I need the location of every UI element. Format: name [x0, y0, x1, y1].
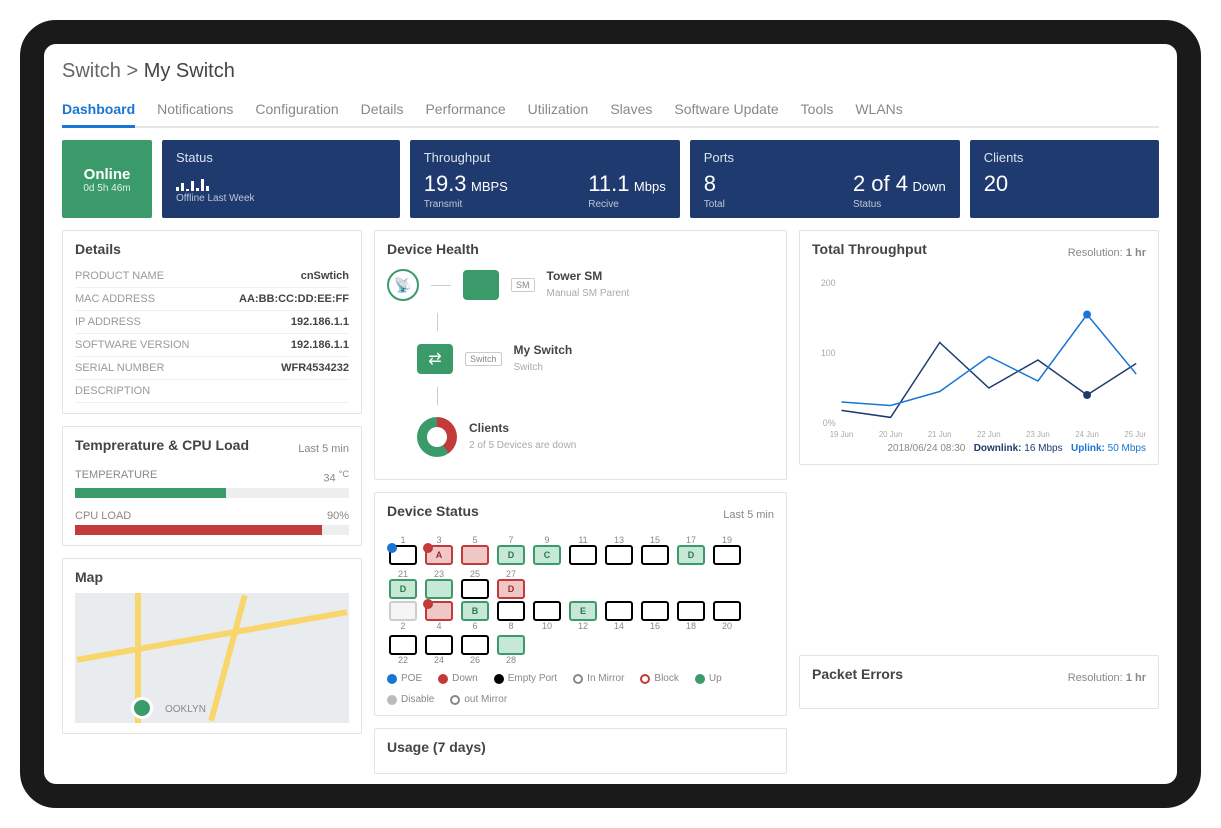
- port-23[interactable]: [425, 579, 453, 599]
- port-11[interactable]: [569, 545, 597, 565]
- port-10[interactable]: [533, 601, 561, 621]
- port-21[interactable]: D: [389, 579, 417, 599]
- map-marker-icon[interactable]: [131, 697, 153, 719]
- stat-ports: Ports 8 Total 2 of 4 Down Status: [690, 140, 960, 218]
- legend-item: Disable: [387, 694, 434, 705]
- clients-pie-icon: [417, 417, 457, 457]
- port-22[interactable]: [389, 635, 417, 655]
- svg-text:200: 200: [821, 278, 836, 288]
- port-19[interactable]: [713, 545, 741, 565]
- port-14[interactable]: [605, 601, 633, 621]
- stat-throughput: Throughput 19.3 MBPS Transmit 11.1 Mbps …: [410, 140, 680, 218]
- legend-item: POE: [387, 673, 422, 684]
- port-8[interactable]: [497, 601, 525, 621]
- port-17[interactable]: D: [677, 545, 705, 565]
- switch-box-icon: ⇄: [417, 344, 453, 374]
- port-5[interactable]: [461, 545, 489, 565]
- detail-row: PRODUCT NAMEcnSwtich: [75, 265, 349, 288]
- temp-cpu-panel: Temprerature & CPU Load Last 5 min TEMPE…: [62, 426, 362, 546]
- port-15[interactable]: [641, 545, 669, 565]
- detail-row: IP ADDRESS192.186.1.1: [75, 311, 349, 334]
- port-24[interactable]: [425, 635, 453, 655]
- port-25[interactable]: [461, 579, 489, 599]
- packet-errors-panel: Packet Errors Resolution: 1 hr: [799, 655, 1159, 709]
- port-12[interactable]: E: [569, 601, 597, 621]
- legend-item: Empty Port: [494, 673, 557, 684]
- legend-item: Up: [695, 673, 722, 684]
- sm-box-icon: [463, 270, 499, 300]
- svg-text:100: 100: [821, 348, 836, 358]
- tab-bar: Dashboard Notifications Configuration Detai…: [62, 95, 1159, 128]
- dh-node-clients[interactable]: Clients2 of 5 Devices are down: [417, 417, 774, 457]
- breadcrumb-current: My Switch: [144, 60, 235, 82]
- legend-item: out Mirror: [450, 694, 507, 705]
- detail-row: DESCRIPTION: [75, 380, 349, 403]
- svg-text:24 Jun: 24 Jun: [1075, 430, 1099, 439]
- port-4[interactable]: [425, 601, 453, 621]
- port-20[interactable]: [713, 601, 741, 621]
- device-frame: Switch > My Switch Dashboard Notification…: [20, 20, 1201, 808]
- svg-text:19 Jun: 19 Jun: [830, 430, 854, 439]
- port-13[interactable]: [605, 545, 633, 565]
- breadcrumb: Switch > My Switch: [62, 54, 1159, 95]
- svg-text:0%: 0%: [823, 418, 836, 428]
- svg-text:25 Jun: 25 Jun: [1124, 430, 1146, 439]
- port-26[interactable]: [461, 635, 489, 655]
- throughput-chart[interactable]: 0% 100 200 19 Jun 20 Jun 21 Jun 22 Jun 23 Jun 24…: [812, 273, 1146, 443]
- svg-text:20 Jun: 20 Jun: [879, 430, 903, 439]
- details-panel: Details PRODUCT NAMEcnSwtichMAC ADDRESSA…: [62, 230, 362, 414]
- map[interactable]: OOKLYN: [75, 593, 349, 723]
- port-18[interactable]: [677, 601, 705, 621]
- detail-row: MAC ADDRESSAA:BB:CC:DD:EE:FF: [75, 288, 349, 311]
- throughput-panel: Total Throughput Resolution: 1 hr 0%1002…: [799, 230, 1159, 465]
- tab-dashboard[interactable]: Dashboard: [62, 95, 135, 128]
- device-health-panel: Device Health 📡 SM Tower SMManual SM Par…: [374, 230, 787, 480]
- detail-row: SOFTWARE VERSION192.186.1.1: [75, 334, 349, 357]
- dh-node-switch[interactable]: ⇄ Switch My SwitchSwitch: [417, 343, 774, 375]
- port-27[interactable]: D: [497, 579, 525, 599]
- port-2[interactable]: [389, 601, 417, 621]
- map-panel: Map OOKLYN: [62, 558, 362, 734]
- sparkline-icon: [176, 171, 386, 191]
- temperature-bar: [75, 488, 349, 498]
- tab-wlans[interactable]: WLANs: [855, 95, 902, 126]
- dh-node-tower[interactable]: 📡 SM Tower SMManual SM Parent: [387, 269, 774, 301]
- tab-performance[interactable]: Performance: [425, 95, 505, 126]
- device-status-panel: Device Status Last 5 min 13A57D9C1113151…: [374, 492, 787, 716]
- legend-item: Block: [640, 673, 678, 684]
- tab-slaves[interactable]: Slaves: [610, 95, 652, 126]
- port-16[interactable]: [641, 601, 669, 621]
- cpu-bar: [75, 525, 349, 535]
- stat-online: Online 0d 5h 46m: [62, 140, 152, 218]
- detail-row: SERIAL NUMBERWFR4534232: [75, 357, 349, 380]
- port-6[interactable]: B: [461, 601, 489, 621]
- port-1[interactable]: [389, 545, 417, 565]
- stat-status: Status Offline Last Week: [162, 140, 400, 218]
- svg-text:23 Jun: 23 Jun: [1026, 430, 1050, 439]
- tab-configuration[interactable]: Configuration: [255, 95, 338, 126]
- svg-text:22 Jun: 22 Jun: [977, 430, 1001, 439]
- tab-utilization[interactable]: Utilization: [528, 95, 589, 126]
- tab-tools[interactable]: Tools: [801, 95, 834, 126]
- stat-clients: Clients 20: [970, 140, 1159, 218]
- tab-details[interactable]: Details: [361, 95, 404, 126]
- port-28[interactable]: [497, 635, 525, 655]
- legend-item: In Mirror: [573, 673, 624, 684]
- port-9[interactable]: C: [533, 545, 561, 565]
- antenna-icon: 📡: [387, 269, 419, 301]
- legend-item: Down: [438, 673, 478, 684]
- tab-software-update[interactable]: Software Update: [674, 95, 778, 126]
- tab-notifications[interactable]: Notifications: [157, 95, 233, 126]
- port-7[interactable]: D: [497, 545, 525, 565]
- port-3[interactable]: A: [425, 545, 453, 565]
- usage-panel: Usage (7 days): [374, 728, 787, 774]
- breadcrumb-parent[interactable]: Switch: [62, 60, 121, 82]
- svg-text:21 Jun: 21 Jun: [928, 430, 952, 439]
